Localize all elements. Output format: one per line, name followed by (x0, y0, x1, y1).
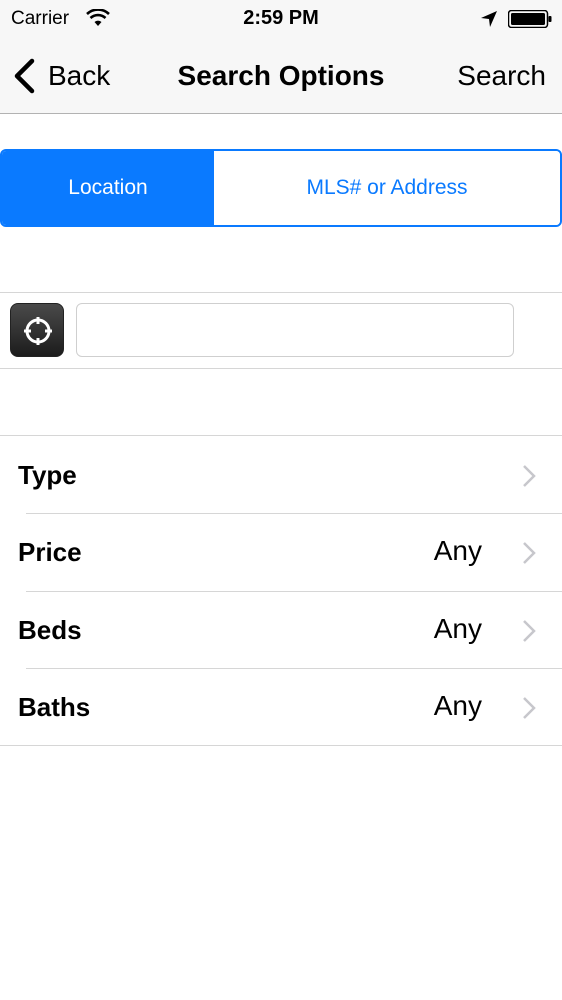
chevron-right-icon (523, 619, 536, 642)
search-button[interactable]: Search (457, 60, 546, 92)
option-row-price[interactable]: Price Any (0, 513, 562, 590)
option-row-beds[interactable]: Beds Any (0, 590, 562, 668)
segment-mls-or-address[interactable]: MLS# or Address (214, 151, 560, 225)
option-value: Any (433, 612, 482, 644)
current-location-button[interactable] (10, 303, 64, 357)
chevron-right-icon (523, 542, 536, 565)
search-mode-segmented-control: Location MLS# or Address (0, 149, 562, 227)
option-value: Any (433, 689, 482, 721)
option-label: Baths (18, 691, 91, 722)
option-value: Any (433, 535, 482, 567)
navigation-bar: Back Search Options Search (0, 38, 562, 114)
option-row-type[interactable]: Type (0, 436, 562, 513)
battery-icon (508, 10, 552, 28)
status-bar: Carrier 2:59 PM (0, 0, 562, 38)
segment-location[interactable]: Location (2, 151, 214, 225)
location-row (0, 292, 562, 369)
option-label: Price (18, 537, 82, 568)
location-input[interactable] (76, 303, 514, 357)
chevron-right-icon (523, 696, 536, 719)
clock: 2:59 PM (243, 7, 319, 29)
search-options-list: Type Price Any Beds Any Baths Any (0, 435, 562, 746)
location-arrow-icon (481, 11, 497, 27)
crosshair-icon (24, 317, 52, 345)
option-label: Beds (18, 614, 82, 645)
option-label: Type (18, 460, 77, 490)
option-row-baths[interactable]: Baths Any (0, 667, 562, 745)
chevron-right-icon (523, 465, 536, 487)
